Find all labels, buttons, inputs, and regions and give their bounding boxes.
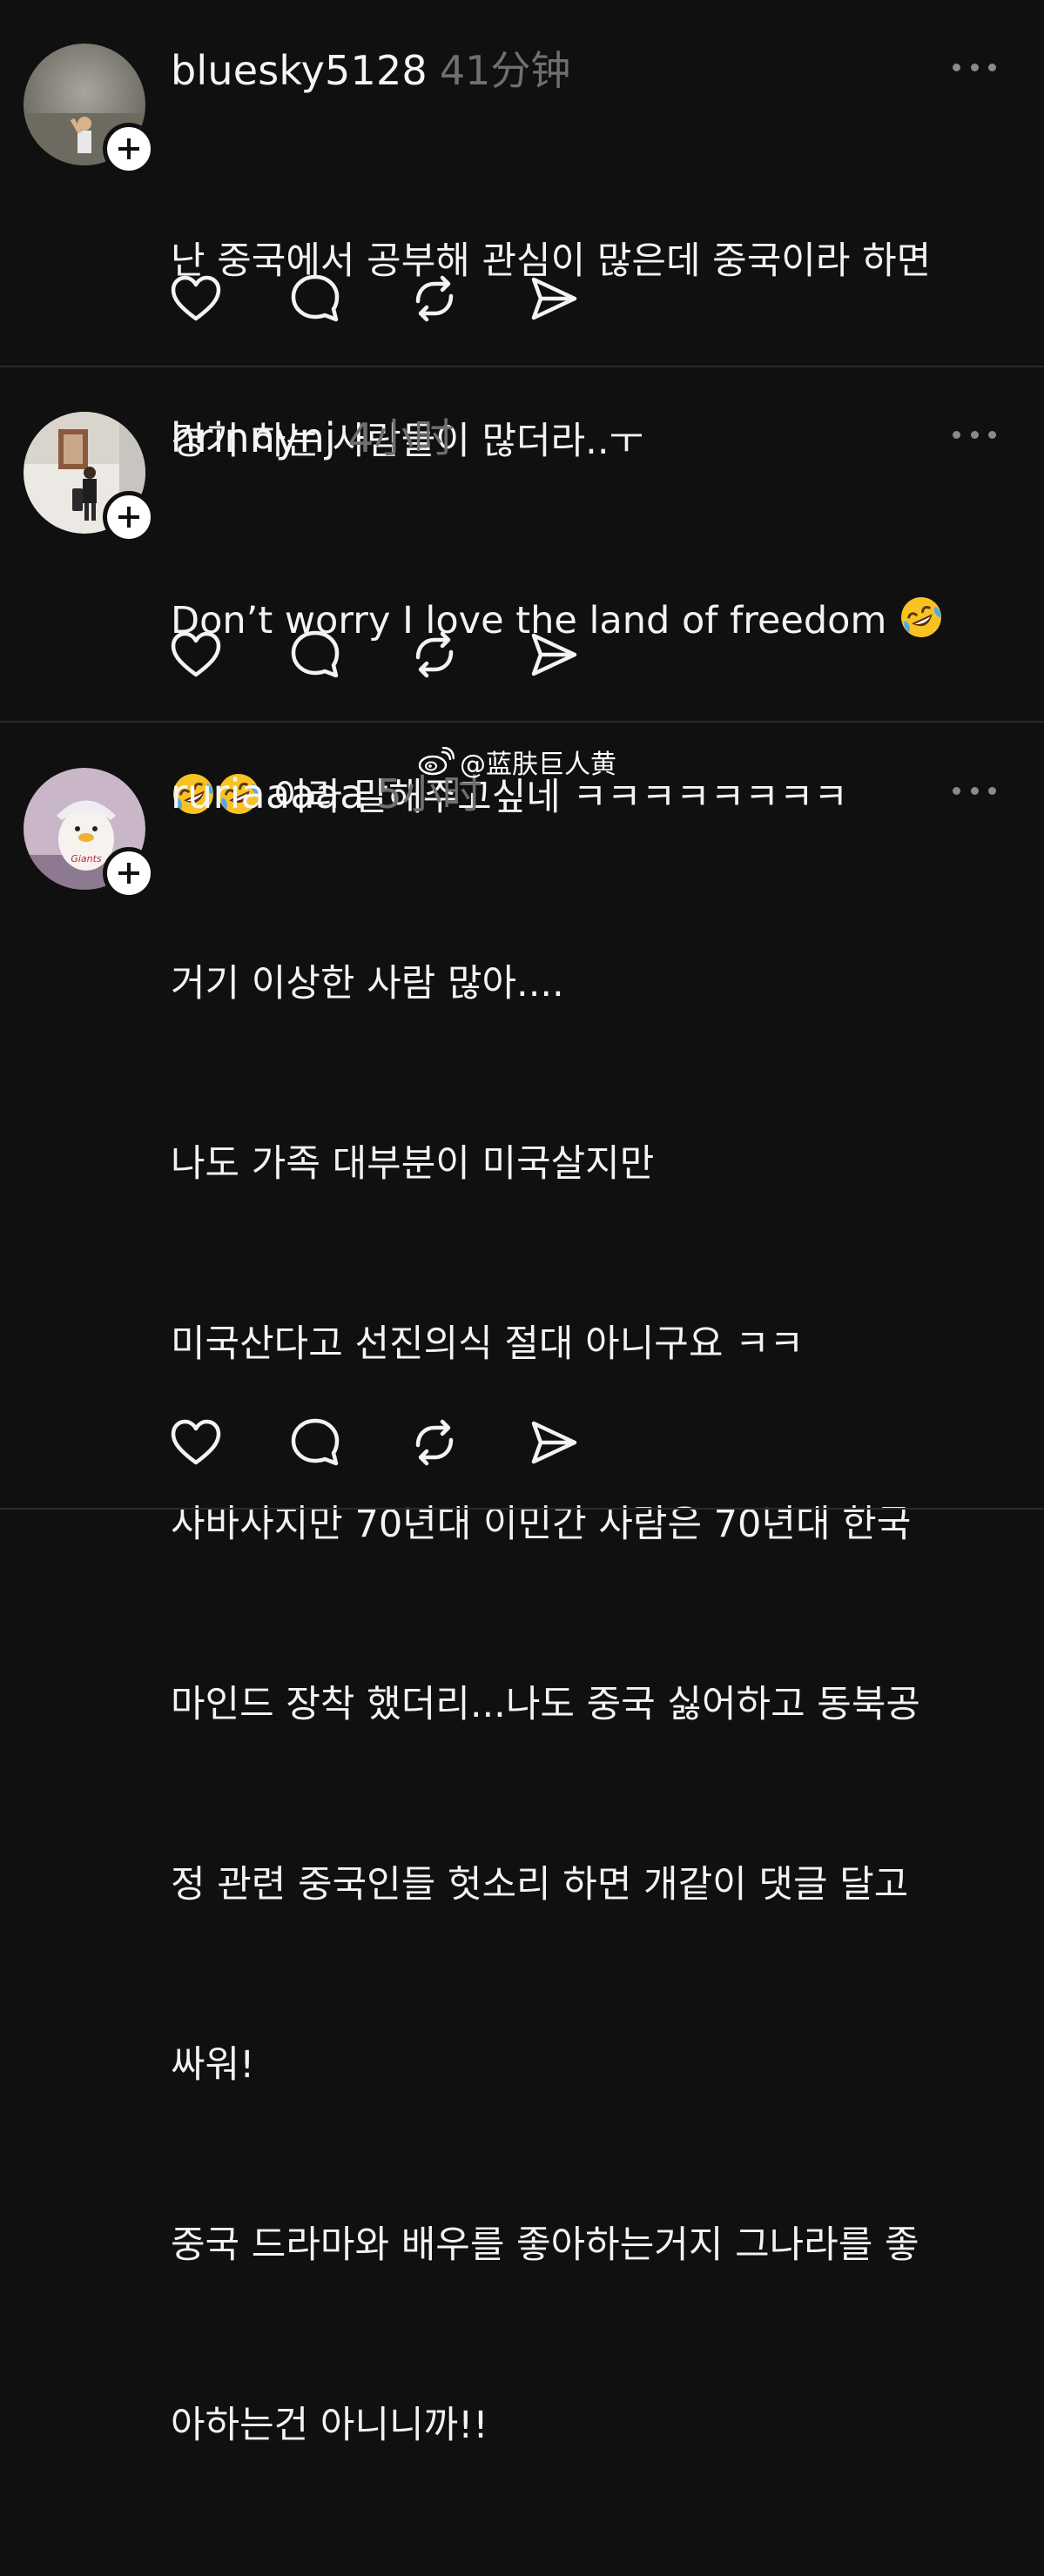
- heart-icon: [171, 275, 221, 321]
- plus-icon: [118, 138, 139, 159]
- follow-button[interactable]: [103, 491, 155, 543]
- timestamp: 4小时: [347, 414, 455, 461]
- reply-button[interactable]: [290, 629, 409, 681]
- weibo-icon: [418, 747, 455, 776]
- reply-button[interactable]: [290, 1416, 409, 1469]
- text-line: 중국 드라마와 배우를 좋아하는거지 그나라를 좋: [171, 2223, 919, 2267]
- more-dot: [988, 63, 996, 71]
- share-button[interactable]: [529, 629, 648, 681]
- share-button[interactable]: [529, 1416, 648, 1469]
- more-button[interactable]: [953, 426, 996, 443]
- action-bar: [171, 1416, 648, 1469]
- more-dots-icon: [953, 63, 960, 71]
- like-button[interactable]: [171, 272, 290, 325]
- text-line: 마인드 장착 했더리...나도 중국 싫어하고 동북공: [171, 1683, 920, 1726]
- repost-icon: [415, 1419, 454, 1466]
- send-icon: [531, 1421, 577, 1464]
- text-line: 미국산다고 선진의식 절대 아니구요 ㅋㅋ: [171, 1322, 805, 1366]
- heart-icon: [171, 1419, 221, 1465]
- text-line: 사바사지만 70년대 이민간 사람은 70년대 한국: [171, 1503, 912, 1546]
- repost-button[interactable]: [409, 629, 529, 681]
- timestamp: 41分钟: [439, 47, 571, 94]
- comment-icon: [291, 1418, 340, 1466]
- watermark: @蓝肤巨人黄: [418, 743, 616, 781]
- repost-icon: [415, 275, 454, 322]
- like-button[interactable]: [171, 1416, 290, 1469]
- comment-icon: [291, 630, 340, 678]
- more-dot: [970, 63, 979, 71]
- text-line: 정 관련 중국인들 헛소리 하면 개같이 댓글 달고: [171, 1863, 909, 1907]
- more-dot: [970, 430, 979, 439]
- svg-text:Giants: Giants: [71, 853, 102, 864]
- action-bar: [171, 272, 648, 325]
- share-button[interactable]: [529, 272, 648, 325]
- username[interactable]: hrinnynj: [171, 414, 336, 461]
- text-line: 나도 가족 대부분이 미국살지만: [171, 1142, 655, 1186]
- repost-button[interactable]: [409, 272, 529, 325]
- username[interactable]: bluesky5128: [171, 47, 428, 94]
- repost-icon: [415, 631, 454, 678]
- more-dots-icon: [953, 430, 960, 439]
- divider: [0, 1508, 1044, 1510]
- heart-icon: [171, 631, 221, 677]
- divider: [0, 366, 1044, 367]
- repost-button[interactable]: [409, 1416, 529, 1469]
- rolling-laughing-emoji: [901, 597, 942, 637]
- more-dots-icon: [953, 786, 960, 795]
- more-button[interactable]: [953, 58, 996, 76]
- more-button[interactable]: [953, 782, 996, 799]
- send-icon: [531, 277, 577, 320]
- reply-button[interactable]: [290, 272, 409, 325]
- post-header: hrinnynj 4小时: [171, 407, 454, 461]
- more-dot: [988, 430, 996, 439]
- text-line: 거기 이상한 사람 많아....: [171, 962, 564, 1006]
- comment-icon: [291, 274, 340, 322]
- username[interactable]: ruriaaaaa: [171, 770, 365, 817]
- text-line: 싸워!: [171, 2043, 255, 2087]
- plus-icon: [118, 863, 139, 884]
- follow-button[interactable]: [103, 847, 155, 899]
- more-dot: [988, 786, 996, 795]
- divider: [0, 721, 1044, 723]
- post-text: 거기 이상한 사람 많아.... 나도 가족 대부분이 미국살지만 미국산다고 …: [171, 834, 1015, 2576]
- like-button[interactable]: [171, 629, 290, 681]
- post-header: bluesky5128 41分钟: [171, 39, 570, 94]
- text-line: 아하는건 아니니까!!: [171, 2404, 488, 2447]
- follow-button[interactable]: [103, 123, 155, 175]
- more-dot: [970, 786, 979, 795]
- send-icon: [531, 633, 577, 676]
- action-bar: [171, 629, 648, 681]
- plus-icon: [118, 507, 139, 528]
- watermark-text: @蓝肤巨人黄: [460, 750, 616, 780]
